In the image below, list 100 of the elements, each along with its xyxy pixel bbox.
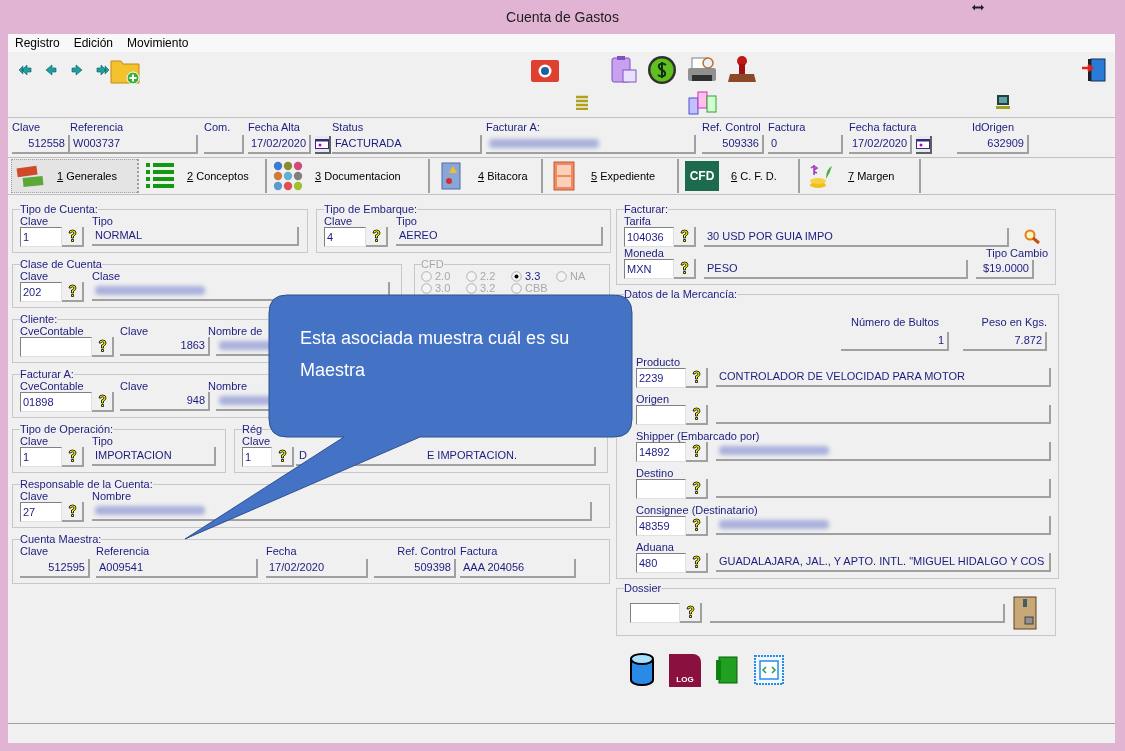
help-button[interactable] [92,392,114,412]
cfd-logo: CFD [685,161,719,191]
exit-door-icon[interactable] [1081,57,1107,83]
calendar-button[interactable] [315,135,332,154]
database-icon[interactable] [629,653,655,687]
question-icon [679,261,689,275]
field-label: Clave [120,380,150,392]
question-icon [685,605,695,619]
binder-icon[interactable] [715,655,739,685]
input-field[interactable] [20,337,92,357]
field-label: Clave [20,215,50,227]
help-button[interactable] [674,227,696,247]
help-button[interactable] [686,368,708,388]
menu-item[interactable]: Registro [15,36,60,50]
help-button[interactable] [686,553,708,573]
field-label: Clave [242,435,271,447]
help-button[interactable] [680,603,702,623]
field-label: Factura [460,545,499,557]
field-label: Clave [20,270,50,282]
question-icon [679,229,689,243]
radio-button[interactable] [421,282,432,294]
group-title: Tipo de Cuenta: [20,203,98,215]
stamp-icon[interactable] [727,55,757,85]
help-button[interactable] [62,502,84,522]
help-button[interactable] [674,259,696,279]
input-field[interactable]: 104036 [624,227,674,247]
field-label: Tipo Cambio [986,247,1048,259]
help-button[interactable] [92,337,114,357]
input-field[interactable] [630,603,680,623]
radio-button[interactable] [511,282,522,294]
question-icon [691,370,701,384]
help-button[interactable] [62,227,84,247]
group-title: Cuenta Maestra: [20,533,102,545]
input-field[interactable]: 202 [20,282,62,302]
input-field[interactable]: 1 [20,227,62,247]
help-button[interactable] [272,447,294,467]
tab[interactable]: 1 Generales [11,159,139,193]
help-button[interactable] [62,447,84,467]
value-box: PESO [704,259,968,279]
value-box: 30 USD POR GUIA IMPO [704,227,1009,247]
clipboard-icon[interactable] [608,55,638,85]
help-button[interactable] [686,405,708,425]
field-label: Tipo [92,215,113,227]
question-icon [691,518,701,532]
search-icon[interactable] [1023,229,1041,245]
radio-button[interactable] [466,270,477,282]
menu-item[interactable]: Edición [73,36,114,50]
dollar-icon[interactable] [647,55,677,85]
arrow-right-icon[interactable] [96,64,110,76]
radio-button[interactable] [466,282,477,294]
group-title: Rég [242,423,263,435]
help-button[interactable] [686,479,708,499]
help-button[interactable] [366,227,388,247]
help-button[interactable] [62,282,84,302]
group-title: Tipo de Operación: [20,423,114,435]
radio-label: 2.0 [435,270,451,282]
help-button[interactable] [686,442,708,462]
field-label: Status [332,121,365,133]
field-label: Clase [92,270,121,282]
menu-item[interactable]: Movimiento [127,36,189,50]
input-field[interactable]: 48359 [636,516,686,536]
input-field[interactable] [636,405,686,425]
help-button[interactable] [686,516,708,536]
input-field[interactable]: MXN [624,259,674,279]
input-field[interactable]: 480 [636,553,686,573]
value-box: 17/02/2020 [266,559,368,578]
arrow-left-icon[interactable] [18,64,32,76]
radio-button[interactable] [421,270,432,282]
group-title: Dossier [624,582,662,594]
resize-icon [972,4,984,11]
radio-label: CBB [525,282,548,294]
input-field[interactable]: 4 [324,227,366,247]
radio-button[interactable] [556,270,567,282]
radio-button[interactable] [511,270,522,282]
field-label: Factura [768,121,807,133]
value-box: 7.872 [963,332,1047,351]
field-label: Clave [12,121,42,133]
camera-icon[interactable] [530,57,560,83]
value-text: D [299,448,307,463]
arrow-left-icon[interactable] [44,64,58,76]
archive-box-icon[interactable] [1013,596,1037,630]
input-field[interactable]: 1 [242,447,272,467]
log-file-icon[interactable]: LOG [669,653,701,687]
monitor-icon[interactable] [995,94,1011,110]
arrow-right-icon[interactable] [70,64,84,76]
field-label: Tarifa [624,215,651,227]
input-field[interactable]: 27 [20,502,62,522]
input-field[interactable]: 01898 [20,392,92,412]
input-field[interactable] [636,479,686,499]
calendar-button[interactable] [916,135,933,154]
code-chip-icon[interactable] [753,654,785,686]
field-label: Número de Bultos [850,316,939,328]
question-icon [691,444,701,458]
tab[interactable]: CFD 6 C. F. D. [682,159,800,193]
input-field[interactable]: 14892 [636,442,686,462]
input-field[interactable]: 2239 [636,368,686,388]
value-box: 509336 [702,135,764,154]
tab[interactable]: 3 Documentacion [270,159,430,193]
input-field[interactable]: 1 [20,447,62,467]
group-title: Facturar: [624,203,668,215]
